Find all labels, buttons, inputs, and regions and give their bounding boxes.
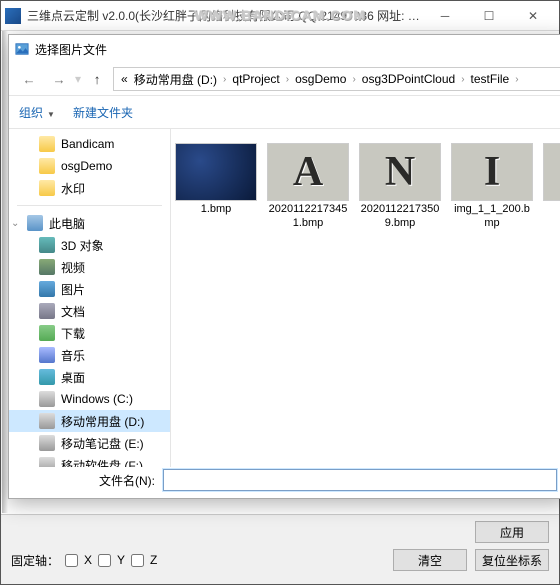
axis-label: 固定轴： bbox=[11, 552, 59, 569]
sidebar: Bandicam osgDemo 水印 ⌄ 此电脑 3D 对象视频图片文档下载音乐桌面 Wi… bbox=[9, 129, 171, 467]
watermark: WWW.BANDICAM.COM bbox=[194, 7, 366, 23]
thumbnail: N bbox=[359, 143, 441, 201]
drive-icon bbox=[39, 413, 55, 429]
crumb-seg[interactable]: osgDemo bbox=[292, 72, 349, 86]
tree-label: 此电脑 bbox=[49, 215, 85, 232]
tree-item[interactable]: 水印 bbox=[9, 177, 170, 199]
axis-y-label: Y bbox=[117, 553, 125, 567]
crumb-overflow[interactable]: « bbox=[118, 72, 131, 86]
file-name: img_1_1_200.bmp bbox=[454, 203, 530, 231]
tree-item[interactable]: osgDemo bbox=[9, 155, 170, 177]
tree-item[interactable]: 3D 对象 bbox=[9, 234, 170, 256]
apply-button[interactable]: 应用 bbox=[475, 521, 549, 543]
filename-label: 文件名(N): bbox=[99, 472, 155, 489]
app-icon bbox=[5, 8, 21, 24]
tree-label: 视频 bbox=[61, 259, 85, 276]
tree-label: osgDemo bbox=[61, 159, 112, 173]
pic-icon bbox=[39, 281, 55, 297]
desk-icon bbox=[39, 369, 55, 385]
obj3d-icon bbox=[39, 237, 55, 253]
file-name: 20201122173451.bmp bbox=[269, 203, 348, 231]
crumb-seg[interactable]: 移动常用盘 (D:) bbox=[131, 71, 220, 88]
file-item[interactable]: N20201122173509.bmp bbox=[359, 143, 441, 231]
tree-item[interactable]: 移动常用盘 (D:) bbox=[9, 410, 170, 432]
folder-icon bbox=[39, 158, 55, 174]
crumb-seg[interactable]: osg3DPointCloud bbox=[359, 72, 458, 86]
tree-item[interactable]: 移动笔记盘 (E:) bbox=[9, 432, 170, 454]
tree-item[interactable]: 视频 bbox=[9, 256, 170, 278]
tree-label: 图片 bbox=[61, 281, 85, 298]
file-item[interactable]: im bbox=[543, 143, 560, 217]
music-icon bbox=[39, 347, 55, 363]
tree-label: Windows (C:) bbox=[61, 392, 133, 406]
folder-icon bbox=[39, 180, 55, 196]
file-open-dialog: 选择图片文件 ← → ▾ ↑ « 移动常用盘 (D:)› qtProject› … bbox=[8, 34, 560, 499]
tree-item[interactable]: Bandicam bbox=[9, 133, 170, 155]
file-item[interactable]: Iimg_1_1_200.bmp bbox=[451, 143, 533, 231]
close-button[interactable]: ✕ bbox=[511, 2, 555, 30]
axis-z-checkbox[interactable] bbox=[131, 554, 144, 567]
bottom-toolbar: 应用 固定轴： X Y Z 清空 复位坐标系 bbox=[1, 514, 559, 584]
image-icon bbox=[15, 42, 29, 56]
axis-z-label: Z bbox=[150, 553, 157, 567]
reset-button[interactable]: 复位坐标系 bbox=[475, 549, 549, 571]
thumbnail: A bbox=[267, 143, 349, 201]
path-bar: ← → ▾ ↑ « 移动常用盘 (D:)› qtProject› osgDemo… bbox=[9, 63, 560, 95]
doc-icon bbox=[39, 303, 55, 319]
crumb-seg[interactable]: testFile bbox=[468, 72, 513, 86]
thumbnail: I bbox=[451, 143, 533, 201]
filename-row: 文件名(N): bbox=[9, 462, 560, 498]
pc-icon bbox=[27, 215, 43, 231]
dialog-toolbar: 组织▼ 新建文件夹 bbox=[9, 95, 560, 129]
file-item[interactable]: 1.bmp bbox=[175, 143, 257, 217]
thumbnail bbox=[543, 143, 560, 201]
tree-label: 移动常用盘 (D:) bbox=[61, 413, 144, 430]
breadcrumb[interactable]: « 移动常用盘 (D:)› qtProject› osgDemo› osg3DP… bbox=[113, 67, 560, 91]
filename-input[interactable] bbox=[163, 469, 557, 491]
axis-x-checkbox[interactable] bbox=[65, 554, 78, 567]
tree-item[interactable]: 下载 bbox=[9, 322, 170, 344]
axis-x-label: X bbox=[84, 553, 92, 567]
axis-y-checkbox[interactable] bbox=[98, 554, 111, 567]
file-list[interactable]: 1.bmpA20201122173451.bmpN20201122173509.… bbox=[171, 129, 560, 467]
crumb-seg[interactable]: qtProject bbox=[229, 72, 282, 86]
tree-label: 桌面 bbox=[61, 369, 85, 386]
video-icon bbox=[39, 259, 55, 275]
up-button[interactable]: ↑ bbox=[83, 67, 111, 91]
dialog-titlebar: 选择图片文件 bbox=[9, 35, 560, 63]
folder-icon bbox=[39, 136, 55, 152]
tree-label: Bandicam bbox=[61, 137, 114, 151]
file-name: 20201122173509.bmp bbox=[361, 203, 440, 231]
tree-label: 移动笔记盘 (E:) bbox=[61, 435, 144, 452]
down-icon bbox=[39, 325, 55, 341]
tree-label: 文档 bbox=[61, 303, 85, 320]
minimize-button[interactable]: ─ bbox=[423, 2, 467, 30]
tree-item-this-pc[interactable]: ⌄ 此电脑 bbox=[9, 212, 170, 234]
maximize-button[interactable]: ☐ bbox=[467, 2, 511, 30]
tree-label: 下载 bbox=[61, 325, 85, 342]
file-item[interactable]: A20201122173451.bmp bbox=[267, 143, 349, 231]
back-button[interactable]: ← bbox=[15, 67, 43, 91]
drive-icon bbox=[39, 435, 55, 451]
separator bbox=[17, 205, 162, 206]
tree-item[interactable]: 文档 bbox=[9, 300, 170, 322]
tree-item[interactable]: Windows (C:) bbox=[9, 388, 170, 410]
tree-label: 水印 bbox=[61, 180, 85, 197]
tree-label: 3D 对象 bbox=[61, 237, 104, 254]
drive-icon bbox=[39, 391, 55, 407]
dialog-title: 选择图片文件 bbox=[35, 41, 107, 58]
clear-button[interactable]: 清空 bbox=[393, 549, 467, 571]
tree-label: 音乐 bbox=[61, 347, 85, 364]
tree-item[interactable]: 图片 bbox=[9, 278, 170, 300]
forward-button[interactable]: → bbox=[45, 67, 73, 91]
organize-button[interactable]: 组织▼ bbox=[19, 104, 55, 121]
tree-item[interactable]: 音乐 bbox=[9, 344, 170, 366]
thumbnail bbox=[175, 143, 257, 201]
file-name: 1.bmp bbox=[201, 203, 232, 217]
new-folder-button[interactable]: 新建文件夹 bbox=[73, 104, 133, 121]
tree-item[interactable]: 桌面 bbox=[9, 366, 170, 388]
expand-icon[interactable]: ⌄ bbox=[11, 218, 19, 229]
